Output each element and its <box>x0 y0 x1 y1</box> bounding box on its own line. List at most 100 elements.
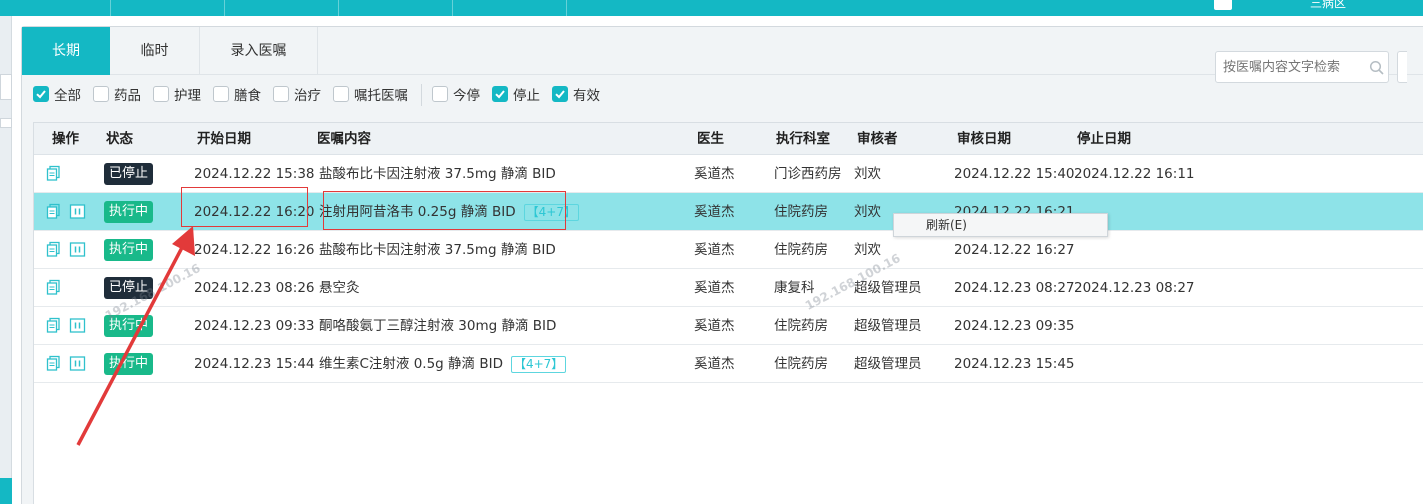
pause-icon[interactable] <box>69 241 86 258</box>
col-doctor[interactable]: 医生 <box>697 123 724 155</box>
status-badge: 已停止 <box>104 277 154 299</box>
copy-icon[interactable] <box>45 317 62 334</box>
content-cell: 酮咯酸氨丁三醇注射液 30mg 静滴 BID <box>319 307 556 345</box>
filter-label: 药品 <box>114 88 141 104</box>
stop-date-cell: 2024.12.22 16:11 <box>1074 166 1195 182</box>
content-cell: 维生素C注射液 0.5g 静滴 BID 【4+7】 <box>319 345 567 383</box>
filter-drug[interactable]: 药品 <box>93 85 141 104</box>
search-button[interactable] <box>1397 51 1407 83</box>
content-cell: 注射用阿昔洛韦 0.25g 静滴 BID 【4+7】 <box>319 193 579 231</box>
start-date-cell: 2024.12.23 09:33 <box>194 318 315 334</box>
orders-table: 操作 状态 开始日期 医嘱内容 医生 执行科室 审核者 审核日期 停止日期 已停… <box>33 122 1423 504</box>
col-reviewer[interactable]: 审核者 <box>857 123 898 155</box>
toolbar-divider <box>566 0 567 16</box>
reviewer-cell: 刘欢 <box>854 166 881 182</box>
doctor-cell: 奚道杰 <box>694 242 735 258</box>
start-date-cell: 2024.12.23 15:44 <box>194 356 315 372</box>
table-row[interactable]: 执行中 2024.12.22 16:20 注射用阿昔洛韦 0.25g 静滴 BID 【… <box>34 193 1423 231</box>
review-date-cell: 2024.12.23 08:27 <box>954 280 1075 296</box>
filter-all[interactable]: 全部 <box>33 85 81 104</box>
pause-icon[interactable] <box>69 355 86 372</box>
dept-cell: 住院药房 <box>774 242 828 258</box>
dept-cell: 住院药房 <box>774 318 828 334</box>
toolbar-divider <box>224 0 225 16</box>
filter-nursing[interactable]: 护理 <box>153 85 201 104</box>
sidebar-control[interactable] <box>0 118 12 128</box>
copy-icon[interactable] <box>45 241 62 258</box>
status-badge: 执行中 <box>104 353 154 375</box>
doctor-cell: 奚道杰 <box>694 356 735 372</box>
doctor-cell: 奚道杰 <box>694 318 735 334</box>
checkbox-checked-icon[interactable] <box>552 86 568 102</box>
col-operation[interactable]: 操作 <box>52 123 79 155</box>
review-date-cell: 2024.12.23 15:45 <box>954 356 1075 372</box>
checkbox-icon[interactable] <box>432 86 448 102</box>
sidebar-control[interactable] <box>0 74 12 100</box>
status-badge: 已停止 <box>104 163 154 185</box>
content-cell: 盐酸布比卡因注射液 37.5mg 静滴 BID <box>319 155 556 193</box>
order-content: 维生素C注射液 0.5g 静滴 BID <box>319 356 503 372</box>
checkbox-icon[interactable] <box>153 86 169 102</box>
order-content: 盐酸布比卡因注射液 37.5mg 静滴 BID <box>319 166 556 182</box>
reviewer-cell: 刘欢 <box>854 242 881 258</box>
content-cell: 盐酸布比卡因注射液 37.5mg 静滴 BID <box>319 231 556 269</box>
doctor-cell: 奚道杰 <box>694 166 735 182</box>
frequency-tag: 【4+7】 <box>523 203 579 221</box>
col-dept[interactable]: 执行科室 <box>776 123 830 155</box>
table-row[interactable]: 执行中 2024.12.23 09:33 酮咯酸氨丁三醇注射液 30mg 静滴 BI… <box>34 307 1423 345</box>
col-review-date[interactable]: 审核日期 <box>957 123 1011 155</box>
pause-icon[interactable] <box>69 317 86 334</box>
filter-treatment[interactable]: 治疗 <box>273 85 321 104</box>
sidebar-active-tab[interactable] <box>0 478 12 504</box>
filter-label: 治疗 <box>294 88 321 104</box>
checkbox-icon[interactable] <box>333 86 349 102</box>
reviewer-cell: 超级管理员 <box>854 356 922 372</box>
ward-label: 三病区 <box>1310 0 1347 10</box>
table-row[interactable]: 执行中 2024.12.22 16:26 盐酸布比卡因注射液 37.5mg 静滴 B… <box>34 231 1423 269</box>
filter-active[interactable]: 有效 <box>552 85 600 104</box>
checkbox-icon[interactable] <box>213 86 229 102</box>
dept-cell: 住院药房 <box>774 356 828 372</box>
context-menu-refresh[interactable]: 刷新(E) <box>893 213 1108 237</box>
col-start-date[interactable]: 开始日期 <box>197 123 251 155</box>
status-badge: 执行中 <box>104 201 154 223</box>
filter-bar: 全部 药品 护理 膳食 治疗 嘱托医嘱 今停 停止 有效 <box>22 75 1423 115</box>
frequency-tag: 【4+7】 <box>510 355 567 373</box>
dept-cell: 门诊西药房 <box>774 166 842 182</box>
dept-cell: 住院药房 <box>774 204 828 220</box>
filter-entrusted[interactable]: 嘱托医嘱 <box>333 85 408 104</box>
col-status[interactable]: 状态 <box>106 123 133 155</box>
copy-icon[interactable] <box>45 165 62 182</box>
filter-label: 全部 <box>54 88 81 104</box>
order-content: 酮咯酸氨丁三醇注射液 30mg 静滴 BID <box>319 318 557 334</box>
checkbox-icon[interactable] <box>273 86 289 102</box>
col-content[interactable]: 医嘱内容 <box>317 123 371 155</box>
filter-label: 嘱托医嘱 <box>354 88 408 104</box>
doctor-cell: 奚道杰 <box>694 280 735 296</box>
checkbox-checked-icon[interactable] <box>492 86 508 102</box>
table-row[interactable]: 已停止 2024.12.23 08:26 悬空灸 奚道杰 康复科 超级管理员 2024.12… <box>34 269 1423 307</box>
checkbox-checked-icon[interactable] <box>33 86 49 102</box>
copy-icon[interactable] <box>45 279 62 296</box>
filter-label: 有效 <box>573 88 600 104</box>
tab-enter-order[interactable]: 录入医嘱 <box>200 27 318 75</box>
table-row[interactable]: 执行中 2024.12.23 15:44 维生素C注射液 0.5g 静滴 BID 【4… <box>34 345 1423 383</box>
copy-icon[interactable] <box>45 355 62 372</box>
pause-icon[interactable] <box>69 203 86 220</box>
filter-stopped[interactable]: 停止 <box>492 85 540 104</box>
stop-date-cell: 2024.12.23 08:27 <box>1074 280 1195 296</box>
tab-temporary[interactable]: 临时 <box>110 27 200 75</box>
col-stop-date[interactable]: 停止日期 <box>1077 123 1131 155</box>
filter-diet[interactable]: 膳食 <box>213 85 261 104</box>
search-icon[interactable] <box>1369 60 1385 76</box>
checkbox-icon[interactable] <box>93 86 109 102</box>
table-row[interactable]: 已停止 2024.12.22 15:38 盐酸布比卡因注射液 37.5mg 静滴 B… <box>34 155 1423 193</box>
copy-icon[interactable] <box>45 203 62 220</box>
start-date-cell: 2024.12.23 08:26 <box>194 280 315 296</box>
review-date-cell: 2024.12.23 09:35 <box>954 318 1075 334</box>
search-input[interactable] <box>1215 51 1389 83</box>
filter-stop-today[interactable]: 今停 <box>432 85 480 104</box>
toolbar-checkbox[interactable] <box>1214 0 1232 10</box>
tab-long-term[interactable]: 长期 <box>22 27 110 75</box>
reviewer-cell: 超级管理员 <box>854 280 922 296</box>
